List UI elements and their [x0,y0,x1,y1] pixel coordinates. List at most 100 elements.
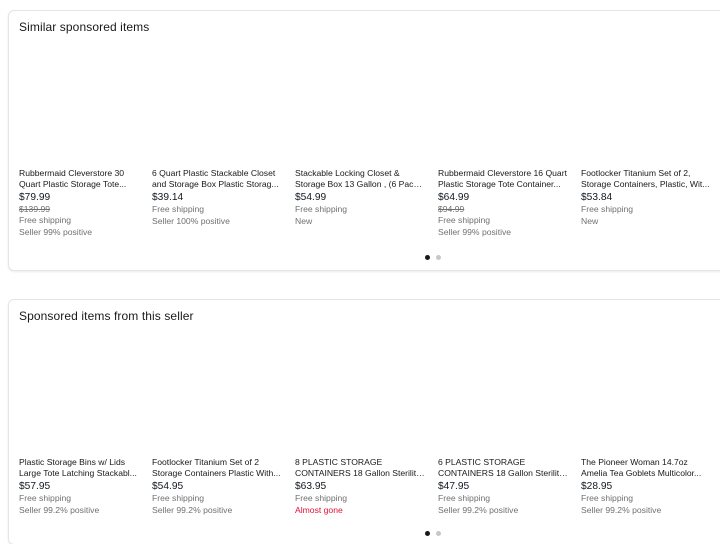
product-price: $53.84 [581,192,613,203]
product-title[interactable]: 8 PLASTIC STORAGE CONTAINERS 18 Gallon S… [295,457,425,480]
pagination-dot-active[interactable] [425,531,430,536]
product-meta: $54.95 Free shipping Seller 99.2% positi… [152,481,286,516]
product-original-price: $139.99 [19,204,51,214]
product-price: $39.14 [152,192,184,203]
carousel-items: Rubbermaid Cleverstore 30 Quart Plastic … [19,47,720,237]
product-title-line-1: 6 PLASTIC STORAGE [438,457,526,467]
product-title-line-2: Storage Containers, Plastic, Wit... [581,179,710,190]
product-price: $64.99 [438,192,470,203]
shipping-text: Free shipping [295,493,348,503]
shipping-text: Free shipping [152,493,205,503]
product-card[interactable]: Plastic Storage Bins w/ Lids Large Tote … [19,336,155,526]
similar-sponsored-items-panel: Similar sponsored items Rubbermaid Cleve… [8,10,720,271]
shipping-text: Free shipping [581,493,634,503]
carousel-pagination [9,531,720,537]
product-title-line-2: Storage Box 13 Gallon , (6 Pack)-... [295,179,425,190]
product-title-line-1: The Pioneer Woman 14.7oz [581,457,688,467]
product-meta: $63.95 Free shipping Almost gone [295,481,429,516]
shipping-text: Free shipping [152,204,205,214]
shipping-text: Free shipping [19,493,72,503]
product-image[interactable] [295,336,423,454]
product-title-line-2: Quart Plastic Storage Tote... [19,179,127,190]
almost-gone-label: Almost gone [295,504,343,515]
product-image[interactable] [19,336,147,454]
shipping-text: Free shipping [581,204,634,214]
product-title-line-1: 6 Quart Plastic Stackable Closet [152,168,276,178]
product-card[interactable]: The Pioneer Woman 14.7oz Amelia Tea Gobl… [581,336,717,526]
product-card[interactable]: Footlocker Titanium Set of 2, Storage Co… [581,47,717,237]
product-title-line-2: Amelia Tea Goblets Multicolor... [581,468,702,479]
product-image[interactable] [438,47,566,165]
pagination-dot[interactable] [436,255,441,260]
shipping-text: Free shipping [438,215,491,225]
item-condition: New [295,215,313,226]
product-title-line-2: CONTAINERS 18 Gallon Sterilite... [295,468,425,479]
product-title[interactable]: The Pioneer Woman 14.7oz Amelia Tea Gobl… [581,457,711,480]
item-condition: New [581,215,599,226]
product-meta: $79.99 $139.99 Free shipping Seller 99% … [19,192,153,238]
product-price: $47.95 [438,481,470,492]
product-image[interactable] [152,336,280,454]
product-title[interactable]: Footlocker Titanium Set of 2, Storage Co… [581,168,711,191]
section-title: Similar sponsored items [19,20,150,34]
product-title-line-1: Rubbermaid Cleverstore 16 Quart [438,168,567,178]
product-meta: $39.14 Free shipping Seller 100% positiv… [152,192,286,227]
product-title-line-2: and Storage Box Plastic Storag... [152,179,279,190]
product-price: $54.99 [295,192,327,203]
pagination-dot[interactable] [436,531,441,536]
product-meta: $28.95 Free shipping Seller 99.2% positi… [581,481,715,516]
seller-feedback: Seller 99.2% positive [438,504,519,515]
carousel-items: Plastic Storage Bins w/ Lids Large Tote … [19,336,720,526]
product-card[interactable]: Rubbermaid Cleverstore 16 Quart Plastic … [438,47,574,237]
seller-sponsored-items-panel: Sponsored items from this seller Plastic… [8,299,720,544]
shipping-text: Free shipping [19,215,72,225]
pagination-dot-active[interactable] [425,255,430,260]
seller-feedback: Seller 99.2% positive [581,504,662,515]
product-meta: $64.99 $94.99 Free shipping Seller 99% p… [438,192,572,238]
product-title-line-2: Large Tote Latching Stackabl... [19,468,137,479]
product-meta: $53.84 Free shipping New [581,192,715,227]
product-card[interactable]: 8 PLASTIC STORAGE CONTAINERS 18 Gallon S… [295,336,431,526]
product-meta: $57.95 Free shipping Seller 99.2% positi… [19,481,153,516]
product-title-line-2: Storage Containers Plastic With... [152,468,281,479]
product-title[interactable]: 6 Quart Plastic Stackable Closet and Sto… [152,168,282,191]
product-card[interactable]: 6 Quart Plastic Stackable Closet and Sto… [152,47,288,237]
product-original-price: $94.99 [438,204,465,214]
product-card[interactable]: 6 PLASTIC STORAGE CONTAINERS 18 Gallon S… [438,336,574,526]
shipping-text: Free shipping [295,204,348,214]
seller-feedback: Seller 99% positive [438,226,512,237]
product-meta: $47.95 Free shipping Seller 99.2% positi… [438,481,572,516]
product-price: $79.99 [19,192,51,203]
product-title[interactable]: Rubbermaid Cleverstore 16 Quart Plastic … [438,168,568,191]
product-title-line-1: Stackable Locking Closet & [295,168,400,178]
product-image[interactable] [438,336,566,454]
product-meta: $54.99 Free shipping New [295,192,429,227]
carousel-pagination [9,255,720,261]
section-title: Sponsored items from this seller [19,309,194,323]
product-title[interactable]: Footlocker Titanium Set of 2 Storage Con… [152,457,282,480]
product-card[interactable]: Footlocker Titanium Set of 2 Storage Con… [152,336,288,526]
product-title-line-1: Plastic Storage Bins w/ Lids [19,457,126,467]
product-price: $63.95 [295,481,327,492]
product-image[interactable] [152,47,280,165]
product-title-line-2: Plastic Storage Tote Container... [438,179,561,190]
product-card[interactable]: Rubbermaid Cleverstore 30 Quart Plastic … [19,47,155,237]
shipping-text: Free shipping [438,493,491,503]
product-price: $54.95 [152,481,184,492]
product-image[interactable] [581,336,709,454]
product-title[interactable]: Stackable Locking Closet & Storage Box 1… [295,168,425,191]
product-title-line-1: Footlocker Titanium Set of 2 [152,457,259,467]
product-image[interactable] [295,47,423,165]
seller-feedback: Seller 100% positive [152,215,230,226]
product-title-line-1: Footlocker Titanium Set of 2, [581,168,691,178]
product-title[interactable]: 6 PLASTIC STORAGE CONTAINERS 18 Gallon S… [438,457,568,480]
product-title[interactable]: Rubbermaid Cleverstore 30 Quart Plastic … [19,168,149,191]
product-image[interactable] [581,47,709,165]
seller-feedback: Seller 99.2% positive [152,504,233,515]
product-card[interactable]: Stackable Locking Closet & Storage Box 1… [295,47,431,237]
product-title[interactable]: Plastic Storage Bins w/ Lids Large Tote … [19,457,149,480]
product-title-line-1: Rubbermaid Cleverstore 30 [19,168,125,178]
product-title-line-1: 8 PLASTIC STORAGE [295,457,383,467]
seller-feedback: Seller 99% positive [19,226,93,237]
product-image[interactable] [19,47,147,165]
